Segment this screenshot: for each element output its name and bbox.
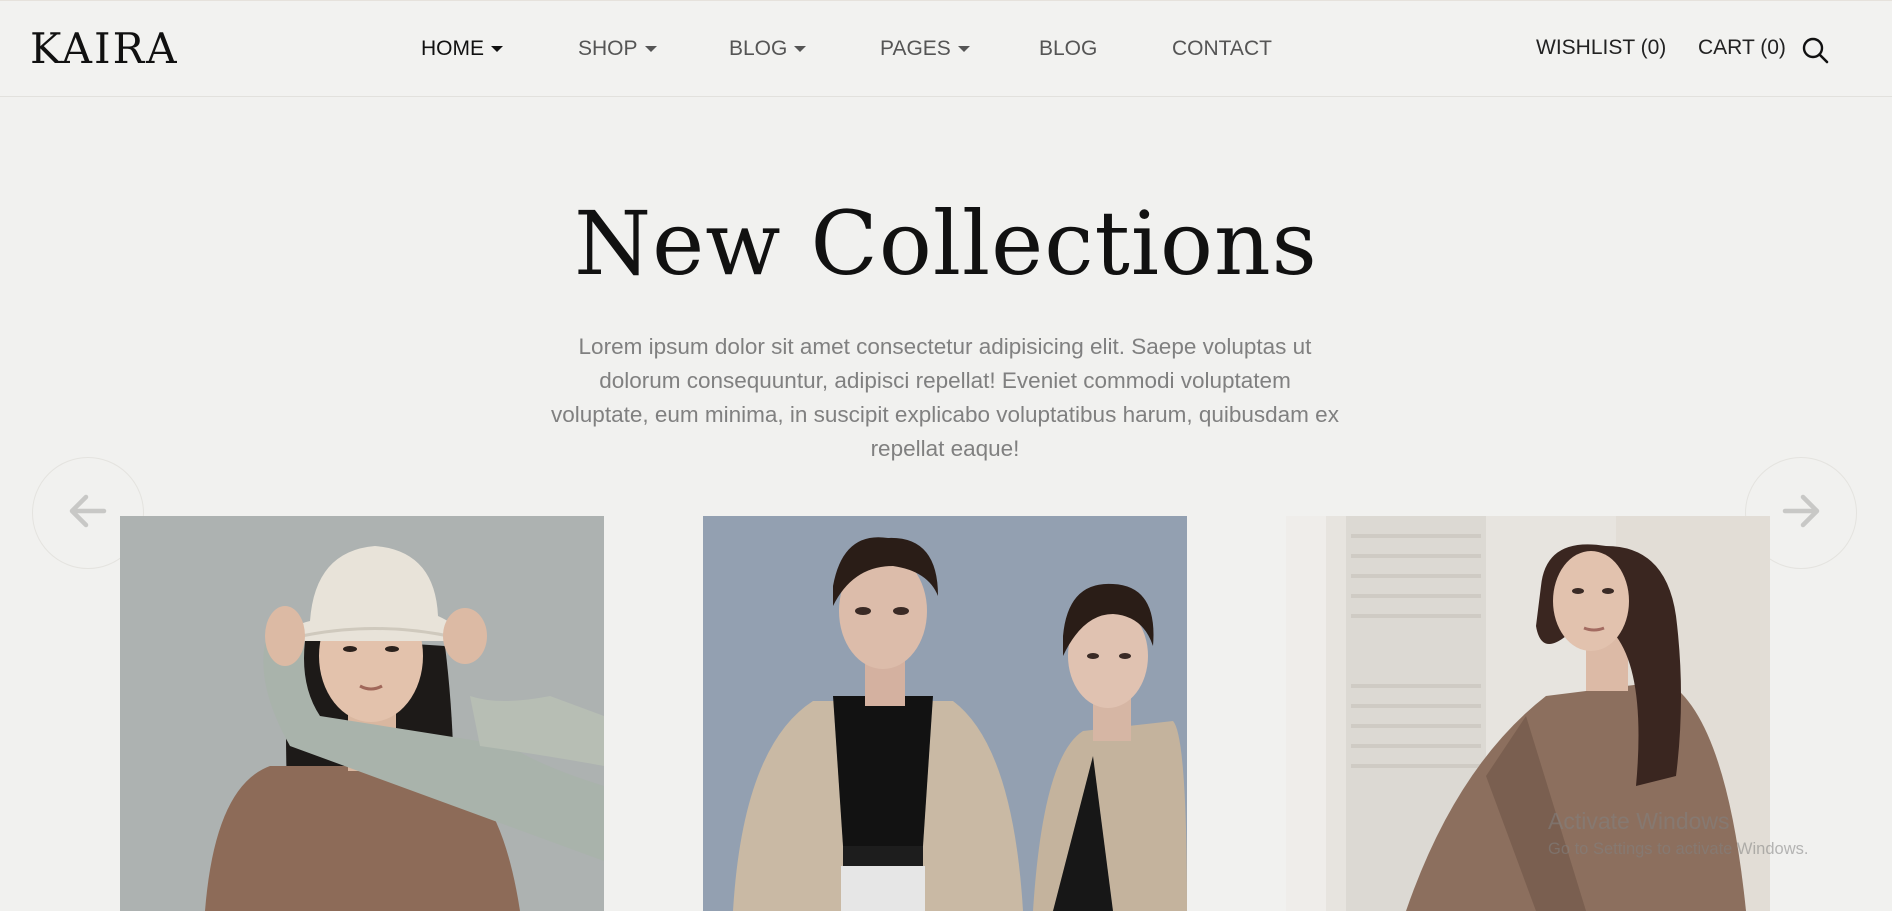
page: KAIRA HOME SHOP BLOG PAGES BLOG CONTACT …: [0, 0, 1892, 911]
watermark-subtitle: Go to Settings to activate Windows.: [1548, 840, 1809, 858]
arrow-right-icon: [1782, 494, 1820, 533]
logo[interactable]: KAIRA: [30, 25, 179, 73]
wishlist-link[interactable]: WISHLIST (0): [1536, 34, 1666, 62]
arrow-left-icon: [69, 494, 107, 533]
windows-activation-watermark: Activate Windows Go to Settings to activ…: [1548, 806, 1808, 860]
nav-item-label: BLOG: [729, 37, 788, 60]
hero-description: Lorem ipsum dolor sit amet consectetur a…: [551, 334, 1339, 461]
caret-down-icon: [491, 46, 503, 52]
product-image-1[interactable]: [120, 516, 604, 911]
nav-item-blog[interactable]: BLOG: [1039, 35, 1097, 63]
cart-link[interactable]: CART (0): [1698, 34, 1786, 62]
nav-item-label: HOME: [421, 37, 484, 60]
nav-item-home[interactable]: HOME: [421, 35, 503, 63]
caret-down-icon: [644, 46, 657, 52]
search-icon[interactable]: [1801, 36, 1829, 64]
nav-item-label: SHOP: [578, 37, 638, 60]
nav-item-blog-dropdown[interactable]: BLOG: [729, 35, 807, 63]
watermark-title: Activate Windows: [1548, 808, 1730, 834]
caret-down-icon: [794, 46, 807, 52]
nav-item-label: BLOG: [1039, 37, 1098, 60]
caret-down-icon: [957, 46, 970, 52]
hero-title: New Collections: [574, 192, 1318, 295]
nav-item-shop[interactable]: SHOP: [578, 35, 657, 63]
nav-item-label: PAGES: [880, 37, 951, 60]
site-header: KAIRA HOME SHOP BLOG PAGES BLOG CONTACT …: [0, 0, 1892, 97]
nav-item-label: CONTACT: [1172, 37, 1272, 60]
nav-item-contact[interactable]: CONTACT: [1172, 35, 1272, 63]
product-image-2[interactable]: [703, 516, 1187, 911]
nav-item-pages[interactable]: PAGES: [880, 35, 970, 63]
